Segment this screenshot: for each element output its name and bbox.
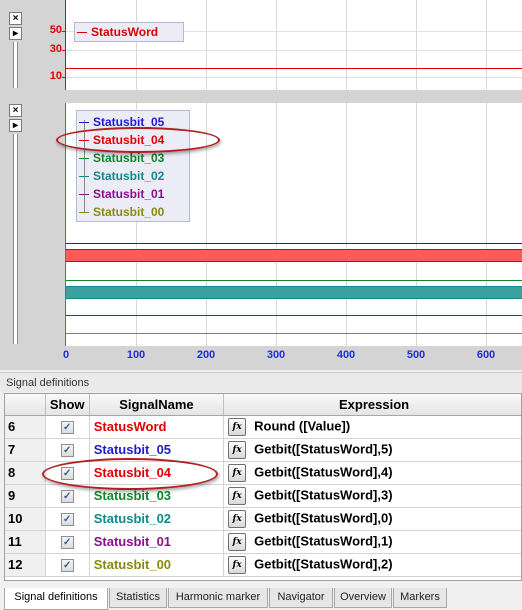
x-tick-label: 500: [406, 349, 426, 361]
expression-cell[interactable]: fx Getbit([StatusWord],5): [223, 438, 521, 462]
function-editor-icon[interactable]: fx: [228, 486, 247, 505]
row-index: 10: [5, 507, 46, 531]
show-checkbox[interactable]: ✓: [60, 513, 74, 527]
show-checkbox[interactable]: ✓: [60, 536, 74, 550]
expression-text: Getbit([StatusWord],2): [254, 555, 393, 571]
row-index: 9: [5, 484, 46, 508]
expression-cell[interactable]: fx Getbit([StatusWord],4): [223, 461, 521, 485]
pane-scrollbar-bottom[interactable]: [13, 134, 18, 344]
top-legend: StatusWord: [74, 22, 184, 42]
tab-navigator[interactable]: Navigator: [269, 588, 333, 608]
column-header-expression[interactable]: Expression: [223, 394, 521, 416]
legend-label: Statusbit_02: [93, 169, 165, 183]
show-cell: ✓: [45, 415, 90, 439]
row-index: 12: [5, 553, 46, 577]
show-cell: ✓: [45, 438, 90, 462]
highlight-ellipse: [56, 127, 220, 153]
row-index: 8: [5, 461, 46, 485]
statusbit-02-trace: [66, 286, 522, 299]
expression-cell[interactable]: fx Getbit([StatusWord],1): [223, 530, 521, 554]
expression-cell[interactable]: fx Getbit([StatusWord],2): [223, 553, 521, 577]
show-cell: ✓: [45, 530, 90, 554]
row-index: 11: [5, 530, 46, 554]
legend-label: Statusbit_00: [93, 205, 165, 219]
expression-text: Getbit([StatusWord],4): [254, 463, 393, 479]
function-editor-icon[interactable]: fx: [228, 417, 247, 436]
close-pane-button[interactable]: ×: [9, 12, 22, 25]
signal-name-cell[interactable]: Statusbit_00: [89, 553, 225, 577]
show-checkbox[interactable]: ✓: [60, 559, 74, 573]
grid-header-row: Show SignalName Expression: [5, 394, 521, 416]
function-editor-icon[interactable]: fx: [228, 509, 247, 528]
x-tick-label: 0: [62, 349, 70, 361]
table-row[interactable]: 11 ✓ Statusbit_01 fx Getbit([StatusWord],1): [5, 530, 521, 554]
row-index: 7: [5, 438, 46, 462]
legend-label: Statusbit_01: [93, 187, 165, 201]
expression-cell[interactable]: fx Round ([Value]): [223, 415, 521, 439]
column-header-index: [5, 394, 46, 416]
expand-pane-button[interactable]: ▸: [9, 27, 22, 40]
chart-area: × ▸ 50 30 10 StatusWord × ▸ Statusbit_05…: [0, 0, 522, 370]
y-tick-label: 10: [49, 70, 62, 82]
x-tick-label: 300: [266, 349, 286, 361]
legend-item-statusword[interactable]: StatusWord: [75, 23, 183, 41]
y-tick-label: 30: [49, 43, 62, 55]
statusbit-00-trace: [66, 333, 522, 334]
statusbit-01-trace: [66, 315, 522, 316]
column-header-signal-name[interactable]: SignalName: [89, 394, 225, 416]
show-checkbox[interactable]: ✓: [60, 421, 74, 435]
table-row[interactable]: 6 ✓ StatusWord fx Round ([Value]): [5, 415, 521, 439]
expression-text: Getbit([StatusWord],5): [254, 440, 393, 456]
function-editor-icon[interactable]: fx: [228, 555, 247, 574]
legend-item-statusbit-00[interactable]: Statusbit_00: [77, 203, 189, 221]
legend-item-statusbit-01[interactable]: Statusbit_01: [77, 185, 189, 203]
statusbit-05-trace: [66, 243, 522, 244]
signal-name-cell[interactable]: Statusbit_01: [89, 530, 225, 554]
statusbit-03-trace: [66, 280, 522, 281]
function-editor-icon[interactable]: fx: [228, 532, 247, 551]
x-tick-label: 600: [476, 349, 496, 361]
statusword-trace: [66, 68, 522, 69]
function-editor-icon[interactable]: fx: [228, 463, 247, 482]
show-cell: ✓: [45, 553, 90, 577]
highlight-ellipse: [42, 458, 218, 490]
legend-label: StatusWord: [91, 25, 159, 39]
tab-statistics[interactable]: Statistics: [109, 588, 167, 608]
column-header-show[interactable]: Show: [45, 394, 90, 416]
y-tick-label: 50: [49, 24, 62, 36]
x-tick-label: 100: [126, 349, 146, 361]
statusword-plot[interactable]: [66, 0, 522, 90]
x-tick-label: 200: [196, 349, 216, 361]
function-editor-icon[interactable]: fx: [228, 440, 247, 459]
expression-text: Round ([Value]): [254, 417, 351, 433]
tab-markers[interactable]: Markers: [393, 588, 447, 608]
signal-name-cell[interactable]: Statusbit_02: [89, 507, 225, 531]
expression-cell[interactable]: fx Getbit([StatusWord],0): [223, 507, 521, 531]
show-checkbox[interactable]: ✓: [60, 444, 74, 458]
panel-title: Signal definitions: [0, 372, 522, 392]
table-row[interactable]: 7 ✓ Statusbit_05 fx Getbit([StatusWord],5): [5, 438, 521, 462]
expression-text: Getbit([StatusWord],3): [254, 486, 393, 502]
pane-scrollbar-top[interactable]: [13, 42, 18, 88]
statusbit-04-trace: [66, 249, 522, 262]
table-row[interactable]: 10 ✓ Statusbit_02 fx Getbit([StatusWord],0): [5, 507, 521, 531]
tab-overview[interactable]: Overview: [334, 588, 392, 608]
expression-text: Getbit([StatusWord],0): [254, 509, 393, 525]
show-checkbox[interactable]: ✓: [60, 490, 74, 504]
expression-text: Getbit([StatusWord],1): [254, 532, 393, 548]
signal-name-cell[interactable]: StatusWord: [89, 415, 225, 439]
row-index: 6: [5, 415, 46, 439]
expand-pane-button[interactable]: ▸: [9, 119, 22, 132]
expression-cell[interactable]: fx Getbit([StatusWord],3): [223, 484, 521, 508]
legend-label: Statusbit_03: [93, 151, 165, 165]
close-pane-button[interactable]: ×: [9, 104, 22, 117]
legend-item-statusbit-02[interactable]: Statusbit_02: [77, 167, 189, 185]
show-cell: ✓: [45, 507, 90, 531]
table-row[interactable]: 12 ✓ Statusbit_00 fx Getbit([StatusWord],2): [5, 553, 521, 577]
x-tick-label: 400: [336, 349, 356, 361]
tab-signal-definitions[interactable]: Signal definitions: [4, 588, 108, 610]
tab-harmonic-marker[interactable]: Harmonic marker: [168, 588, 268, 608]
